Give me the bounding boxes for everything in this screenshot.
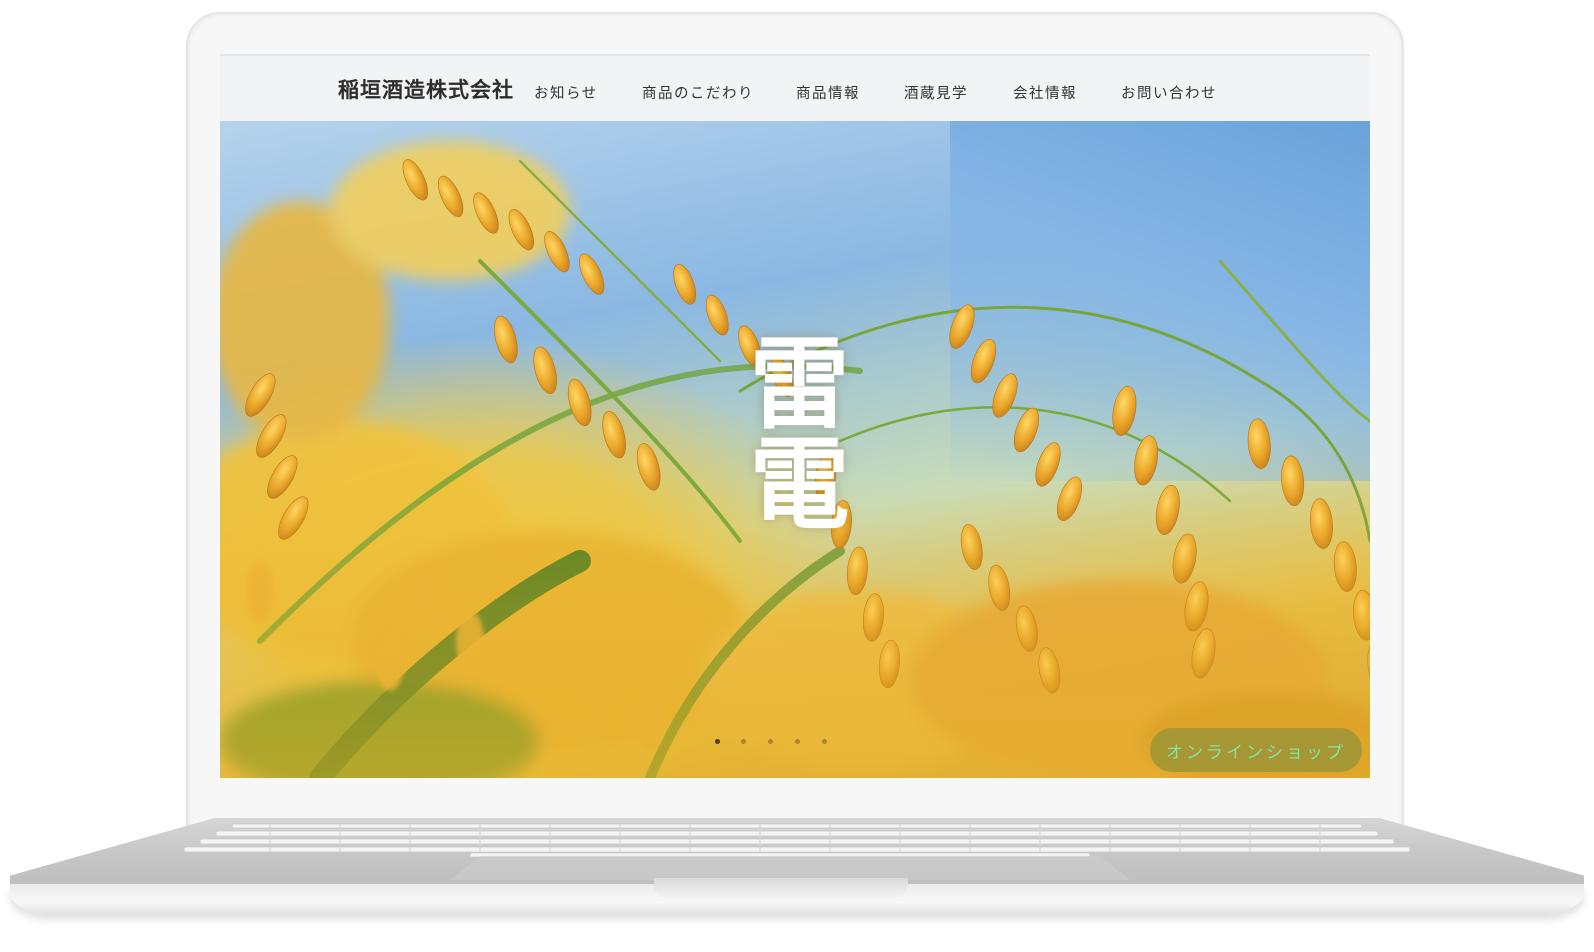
site-brand[interactable]: 稲垣酒造株式会社 [338,74,514,104]
laptop-screen: 稲垣酒造株式会社 お知らせ 商品のこだわり 商品情報 酒蔵見学 会社情報 お問い… [220,54,1370,778]
slider-dot-1[interactable] [715,739,720,744]
nav-item-contact[interactable]: お問い合わせ [1121,82,1217,103]
laptop-mockup: 稲垣酒造株式会社 お知らせ 商品のこだわり 商品情報 酒蔵見学 会社情報 お問い… [0,0,1594,952]
nav-item-products[interactable]: 商品情報 [796,82,860,103]
laptop-notch [654,878,908,898]
site-header: 稲垣酒造株式会社 お知らせ 商品のこだわり 商品情報 酒蔵見学 会社情報 お問い… [220,54,1370,121]
slider-dot-4[interactable] [795,739,800,744]
slider-dot-5[interactable] [822,739,827,744]
nav-item-commitment[interactable]: 商品のこだわり [642,82,754,103]
nav-item-company[interactable]: 会社情報 [1013,82,1077,103]
hero-slider: 雷電 オンラインショップ [220,121,1370,778]
slider-dot-2[interactable] [741,739,746,744]
laptop-base [10,818,1584,918]
nav-item-news[interactable]: お知らせ [534,82,598,103]
hero-title: 雷電 [732,331,850,531]
online-shop-button[interactable]: オンラインショップ [1150,728,1362,772]
nav-item-brewery-tour[interactable]: 酒蔵見学 [904,82,968,103]
slider-dot-3[interactable] [768,739,773,744]
